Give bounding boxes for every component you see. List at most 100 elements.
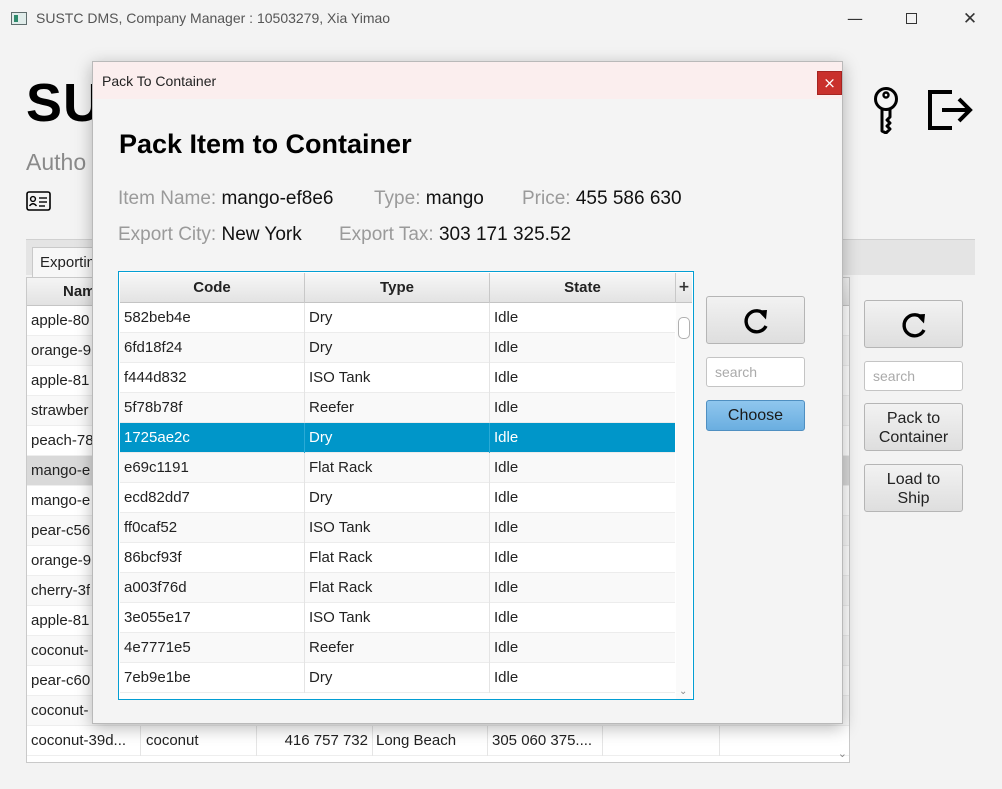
cell-type: Flat Rack — [309, 459, 373, 476]
cell-name: apple-80 — [31, 312, 90, 329]
column-header-code[interactable]: Code — [120, 273, 305, 303]
cell-name: orange-9 — [31, 342, 92, 359]
id-card-icon[interactable] — [26, 191, 51, 211]
main-search-input[interactable]: search — [864, 361, 963, 391]
refresh-icon — [902, 313, 926, 338]
scroll-down-icon[interactable]: ⌄ — [838, 747, 847, 760]
container-row[interactable]: 7eb9e1be Dry Idle — [120, 663, 675, 693]
export-tax-label: Export Tax: — [339, 224, 434, 245]
cell-name: apple-81 — [31, 372, 90, 389]
pack-button-line2: Container — [878, 429, 949, 446]
cell-state: Idle — [494, 459, 519, 476]
scroll-down-icon[interactable]: ⌄ — [679, 686, 687, 697]
column-divider — [489, 513, 490, 543]
container-row[interactable]: ecd82dd7 Dry Idle — [120, 483, 675, 513]
column-menu-button[interactable]: + — [676, 273, 692, 303]
cell-state: Idle — [494, 429, 519, 446]
cell-type: Dry — [309, 309, 333, 326]
container-row[interactable]: 582beb4e Dry Idle — [120, 303, 675, 333]
cell-code: 3e055e17 — [124, 609, 191, 626]
cell-name: coconut-39d... — [31, 732, 127, 749]
app-icon — [11, 12, 27, 25]
column-divider — [489, 423, 490, 453]
pack-to-container-button[interactable]: Pack to Container — [864, 403, 963, 451]
column-divider — [304, 333, 305, 363]
container-row[interactable]: ff0caf52 ISO Tank Idle — [120, 513, 675, 543]
container-row[interactable]: 3e055e17 ISO Tank Idle — [120, 603, 675, 633]
dialog-close-button[interactable]: × — [817, 71, 842, 95]
export-city-label: Export City: — [118, 224, 217, 245]
cell-name: coconut- — [31, 702, 89, 719]
container-row[interactable]: 1725ae2c Dry Idle — [120, 423, 675, 453]
choose-button[interactable]: Choose — [706, 400, 805, 431]
cell-code: 7eb9e1be — [124, 669, 191, 686]
author-label: Autho — [26, 149, 87, 175]
column-header-name[interactable]: Nam — [63, 283, 96, 300]
export-tax-value: 303 171 325.52 — [438, 224, 572, 245]
column-divider — [487, 726, 488, 756]
column-divider — [489, 543, 490, 573]
column-divider — [304, 483, 305, 513]
item-name-label: Item Name: — [118, 188, 217, 209]
cell-name: coconut- — [31, 642, 89, 659]
dialog-refresh-button[interactable] — [706, 296, 805, 344]
cell-type: coconut — [146, 732, 199, 749]
container-row[interactable]: 6fd18f24 Dry Idle — [120, 333, 675, 363]
cell-state: Idle — [494, 489, 519, 506]
close-window-button[interactable]: ✕ — [955, 6, 985, 32]
container-row[interactable]: 86bcf93f Flat Rack Idle — [120, 543, 675, 573]
container-row[interactable]: a003f76d Flat Rack Idle — [120, 573, 675, 603]
logout-icon[interactable] — [926, 86, 974, 132]
container-row[interactable]: f444d832 ISO Tank Idle — [120, 363, 675, 393]
cell-code: 1725ae2c — [124, 429, 190, 446]
export-city-field: Export City: New York — [118, 224, 302, 246]
container-row[interactable]: 4e7771e5 Reefer Idle — [120, 633, 675, 663]
cell-price: 416 757 732 — [284, 732, 368, 749]
container-row[interactable]: e69c1191 Flat Rack Idle — [120, 453, 675, 483]
cell-code: 86bcf93f — [124, 549, 182, 566]
column-divider — [489, 363, 490, 393]
cell-code: 5f78b78f — [124, 399, 183, 416]
cell-code: ff0caf52 — [124, 519, 178, 536]
cell-name: orange-9 — [31, 552, 92, 569]
table-row[interactable]: coconut-39d... coconut 416 757 732 Long Bea… — [27, 726, 849, 756]
cell-name: strawber — [31, 402, 89, 419]
maximize-button[interactable] — [896, 6, 926, 32]
column-divider — [304, 633, 305, 663]
vertical-scrollbar[interactable]: ⌄ — [676, 303, 692, 699]
cell-type: Dry — [309, 339, 333, 356]
window-titlebar: SUSTC DMS, Company Manager : 10503279, X… — [0, 0, 1002, 38]
column-divider — [304, 573, 305, 603]
dialog-search-input[interactable]: search — [706, 357, 805, 387]
cell-code: ecd82dd7 — [124, 489, 190, 506]
column-divider — [304, 453, 305, 483]
main-refresh-button[interactable] — [864, 300, 963, 348]
export-city-value: New York — [221, 224, 302, 245]
column-divider — [489, 633, 490, 663]
dialog-heading: Pack Item to Container — [119, 129, 412, 159]
column-divider — [489, 453, 490, 483]
load-to-ship-button[interactable]: Load to Ship — [864, 464, 963, 512]
containers-table[interactable]: Code Type State + 582beb4e Dry Idle 6fd18f2… — [118, 271, 694, 700]
type-label: Type: — [374, 188, 421, 209]
container-row[interactable]: 5f78b78f Reefer Idle — [120, 393, 675, 423]
cell-code: 582beb4e — [124, 309, 191, 326]
column-header-state[interactable]: State — [490, 273, 676, 303]
cell-tax: 305 060 375.... — [492, 732, 593, 749]
cell-state: Idle — [494, 609, 519, 626]
column-divider — [489, 483, 490, 513]
cell-state: Idle — [494, 399, 519, 416]
cell-name: pear-c60 — [31, 672, 91, 689]
containers-table-header: Code Type State + — [120, 273, 692, 303]
scrollbar-thumb[interactable] — [678, 317, 690, 339]
cell-state: Idle — [494, 549, 519, 566]
cell-state: Idle — [494, 339, 519, 356]
refresh-icon — [744, 309, 768, 334]
minimize-button[interactable]: — — [840, 6, 870, 32]
type-value: mango — [425, 188, 484, 209]
item-name-value: mango-ef8e6 — [221, 188, 334, 209]
cell-type: Flat Rack — [309, 579, 373, 596]
column-header-type[interactable]: Type — [305, 273, 490, 303]
cell-name: peach-78 — [31, 432, 94, 449]
key-icon[interactable] — [868, 86, 904, 134]
